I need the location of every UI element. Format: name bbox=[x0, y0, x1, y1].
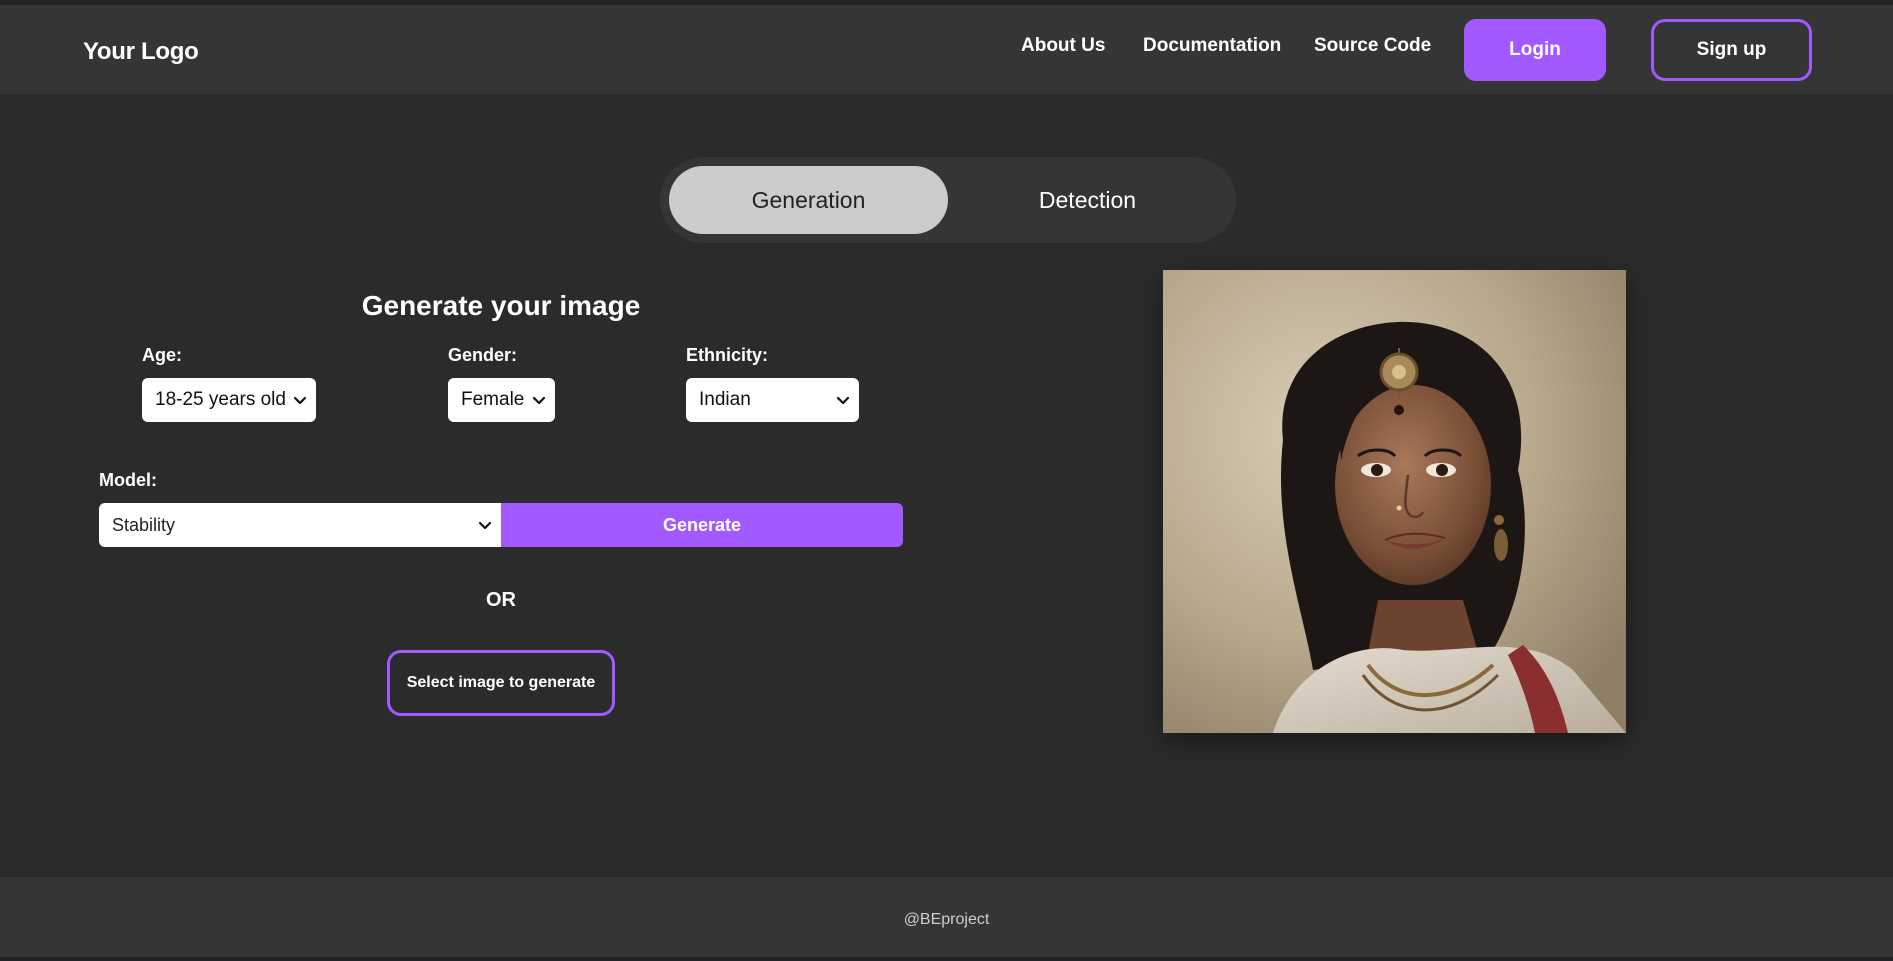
ethnicity-select[interactable]: Indian bbox=[686, 378, 859, 422]
age-select-value: 18-25 years old bbox=[155, 389, 286, 410]
or-divider-text: OR bbox=[486, 589, 516, 611]
gender-select-value: Female bbox=[461, 389, 525, 410]
model-label: Model: bbox=[99, 470, 157, 490]
gender-label: Gender: bbox=[448, 345, 518, 365]
model-select[interactable]: Stability bbox=[99, 503, 501, 547]
form-title: Generate your image bbox=[361, 290, 641, 321]
model-select-value: Stability bbox=[112, 514, 176, 535]
nav-link-documentation[interactable]: Documentation bbox=[1143, 35, 1281, 57]
gender-select[interactable]: Female bbox=[448, 378, 555, 422]
site-footer: @BEproject bbox=[0, 877, 1893, 961]
login-button[interactable]: Login bbox=[1464, 19, 1606, 81]
ethnicity-select-value: Indian bbox=[699, 389, 751, 410]
chevron-down-icon bbox=[836, 396, 850, 405]
tab-generation[interactable]: Generation bbox=[669, 166, 948, 234]
chevron-down-icon bbox=[478, 521, 492, 530]
chevron-down-icon bbox=[532, 396, 546, 405]
nav-link-about-us[interactable]: About Us bbox=[1021, 35, 1105, 57]
mode-tabs: Generation Detection bbox=[660, 157, 1236, 243]
chevron-down-icon bbox=[293, 396, 307, 405]
signup-button[interactable]: Sign up bbox=[1651, 19, 1812, 81]
footer-credit: @BEproject bbox=[903, 911, 990, 928]
generated-portrait-image bbox=[1163, 270, 1626, 733]
age-label: Age: bbox=[142, 345, 182, 365]
site-logo[interactable]: Your Logo bbox=[83, 38, 199, 66]
select-image-button[interactable]: Select image to generate bbox=[387, 650, 615, 716]
age-select[interactable]: 18-25 years old bbox=[142, 378, 316, 422]
ethnicity-label: Ethnicity: bbox=[686, 345, 769, 365]
nav-link-source-code[interactable]: Source Code bbox=[1314, 35, 1431, 57]
window-bottom-bar bbox=[0, 957, 1893, 961]
generate-button[interactable]: Generate bbox=[501, 503, 903, 547]
site-header: Your Logo About Us Documentation Source … bbox=[0, 5, 1893, 94]
tab-detection[interactable]: Detection bbox=[948, 166, 1227, 234]
